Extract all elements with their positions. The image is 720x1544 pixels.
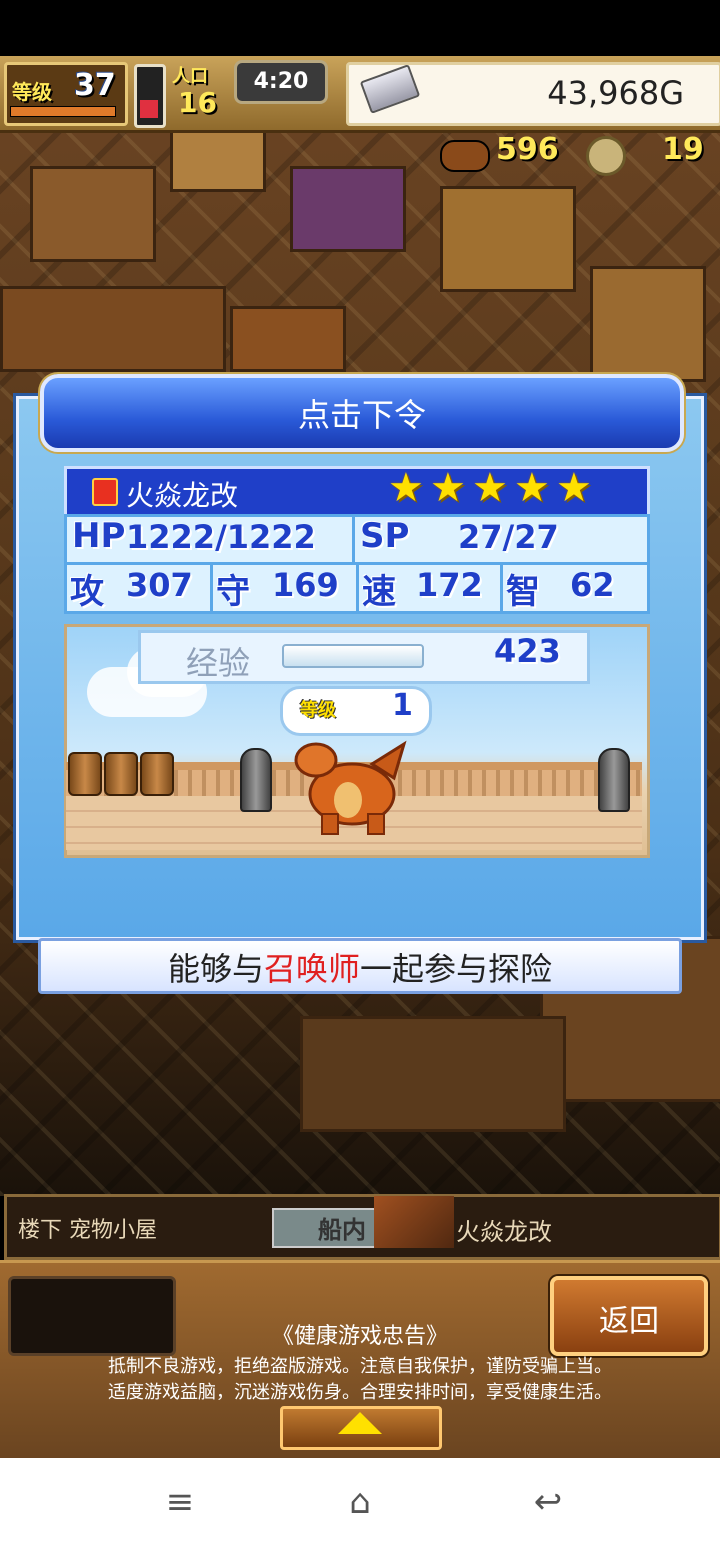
scene-display bbox=[290, 166, 406, 252]
pet-name-label: 火焱龙改 bbox=[456, 1218, 552, 1246]
scene-floor-block bbox=[300, 1016, 566, 1132]
rarity-star-icon: ★ bbox=[388, 465, 424, 511]
energy-vial-fill bbox=[140, 100, 158, 118]
atk-value: 307 bbox=[126, 566, 193, 604]
sp-value: 27/27 bbox=[458, 518, 559, 556]
medal-value: 19 bbox=[662, 132, 704, 167]
hp-label: HP bbox=[72, 516, 126, 556]
barrel-icon bbox=[68, 752, 102, 796]
scene-counter bbox=[590, 266, 706, 382]
health-notice-title: 《健康游戏忠告》 bbox=[271, 1324, 448, 1349]
sp-label: SP bbox=[360, 516, 410, 556]
exp-value: 423 bbox=[494, 632, 561, 670]
rarity-star-icon: ★ bbox=[472, 465, 508, 511]
dialog-title: 点击下令 bbox=[297, 396, 426, 434]
up-arrow-icon bbox=[338, 1412, 382, 1434]
population-label: 人口 bbox=[172, 66, 208, 87]
description-text: 一起参与探险 bbox=[360, 950, 553, 988]
health-notice-line: 适度游戏益脑，沉迷游戏伤身。合理安排时间，享受健康生活。 bbox=[108, 1382, 612, 1403]
player-exp-bar bbox=[10, 106, 116, 117]
exp-gauge bbox=[282, 644, 424, 668]
pet-portrait bbox=[374, 1196, 454, 1248]
rarity-star-icon: ★ bbox=[430, 465, 466, 511]
spd-value: 172 bbox=[416, 566, 483, 604]
rarity-star-icon: ★ bbox=[514, 465, 550, 511]
population-value: 16 bbox=[178, 86, 217, 119]
energy-vial-icon bbox=[134, 64, 166, 128]
menu-icon[interactable]: ≡ bbox=[150, 1482, 210, 1522]
barrel-icon bbox=[104, 752, 138, 796]
food-icon bbox=[440, 140, 490, 172]
scene-chest bbox=[230, 306, 346, 372]
top-black-strip bbox=[0, 0, 720, 56]
scene-shelf bbox=[30, 166, 156, 262]
def-value: 169 bbox=[272, 566, 339, 604]
game-clock: 4:20 bbox=[234, 60, 328, 104]
fire-dragon-sprite bbox=[294, 740, 407, 835]
cannon-icon bbox=[240, 748, 272, 812]
exp-label: 经验 bbox=[186, 644, 251, 682]
hp-value: 1222/1222 bbox=[126, 518, 316, 556]
player-level-value: 37 bbox=[74, 68, 116, 103]
def-label: 守 bbox=[216, 572, 250, 612]
monster-name: 火焱龙改 bbox=[126, 479, 239, 512]
player-level-label: 等级 bbox=[12, 80, 52, 104]
spd-label: 速 bbox=[362, 572, 396, 612]
home-icon[interactable]: ⌂ bbox=[330, 1482, 390, 1522]
rarity-star-icon: ★ bbox=[556, 465, 592, 511]
scene-crates bbox=[440, 186, 576, 292]
ship-location-label: 船内 bbox=[318, 1216, 366, 1244]
health-notice-line: 抵制不良游戏，拒绝盗版游戏。注意自我保护，谨防受骗上当。 bbox=[108, 1356, 612, 1377]
medal-icon bbox=[586, 136, 626, 176]
description-text: 能够与 bbox=[167, 950, 264, 988]
monster-description: 能够与召唤师一起参与探险 bbox=[38, 944, 682, 990]
monster-level-label: 等级 bbox=[300, 700, 336, 721]
fire-element-icon bbox=[92, 478, 118, 506]
int-value: 62 bbox=[570, 566, 615, 604]
int-label: 智 bbox=[506, 572, 540, 612]
cannon-icon bbox=[598, 748, 630, 812]
atk-label: 攻 bbox=[70, 572, 104, 612]
scene-table bbox=[0, 286, 226, 372]
location-area: 楼下 宠物小屋 bbox=[18, 1218, 157, 1243]
gold-value: 43,968G bbox=[547, 74, 684, 112]
monster-level-value: 1 bbox=[392, 688, 413, 723]
back-icon[interactable]: ↩ bbox=[518, 1482, 578, 1522]
description-highlight: 召唤师 bbox=[263, 950, 360, 988]
barrel-icon bbox=[140, 752, 174, 796]
food-value: 596 bbox=[496, 132, 559, 167]
